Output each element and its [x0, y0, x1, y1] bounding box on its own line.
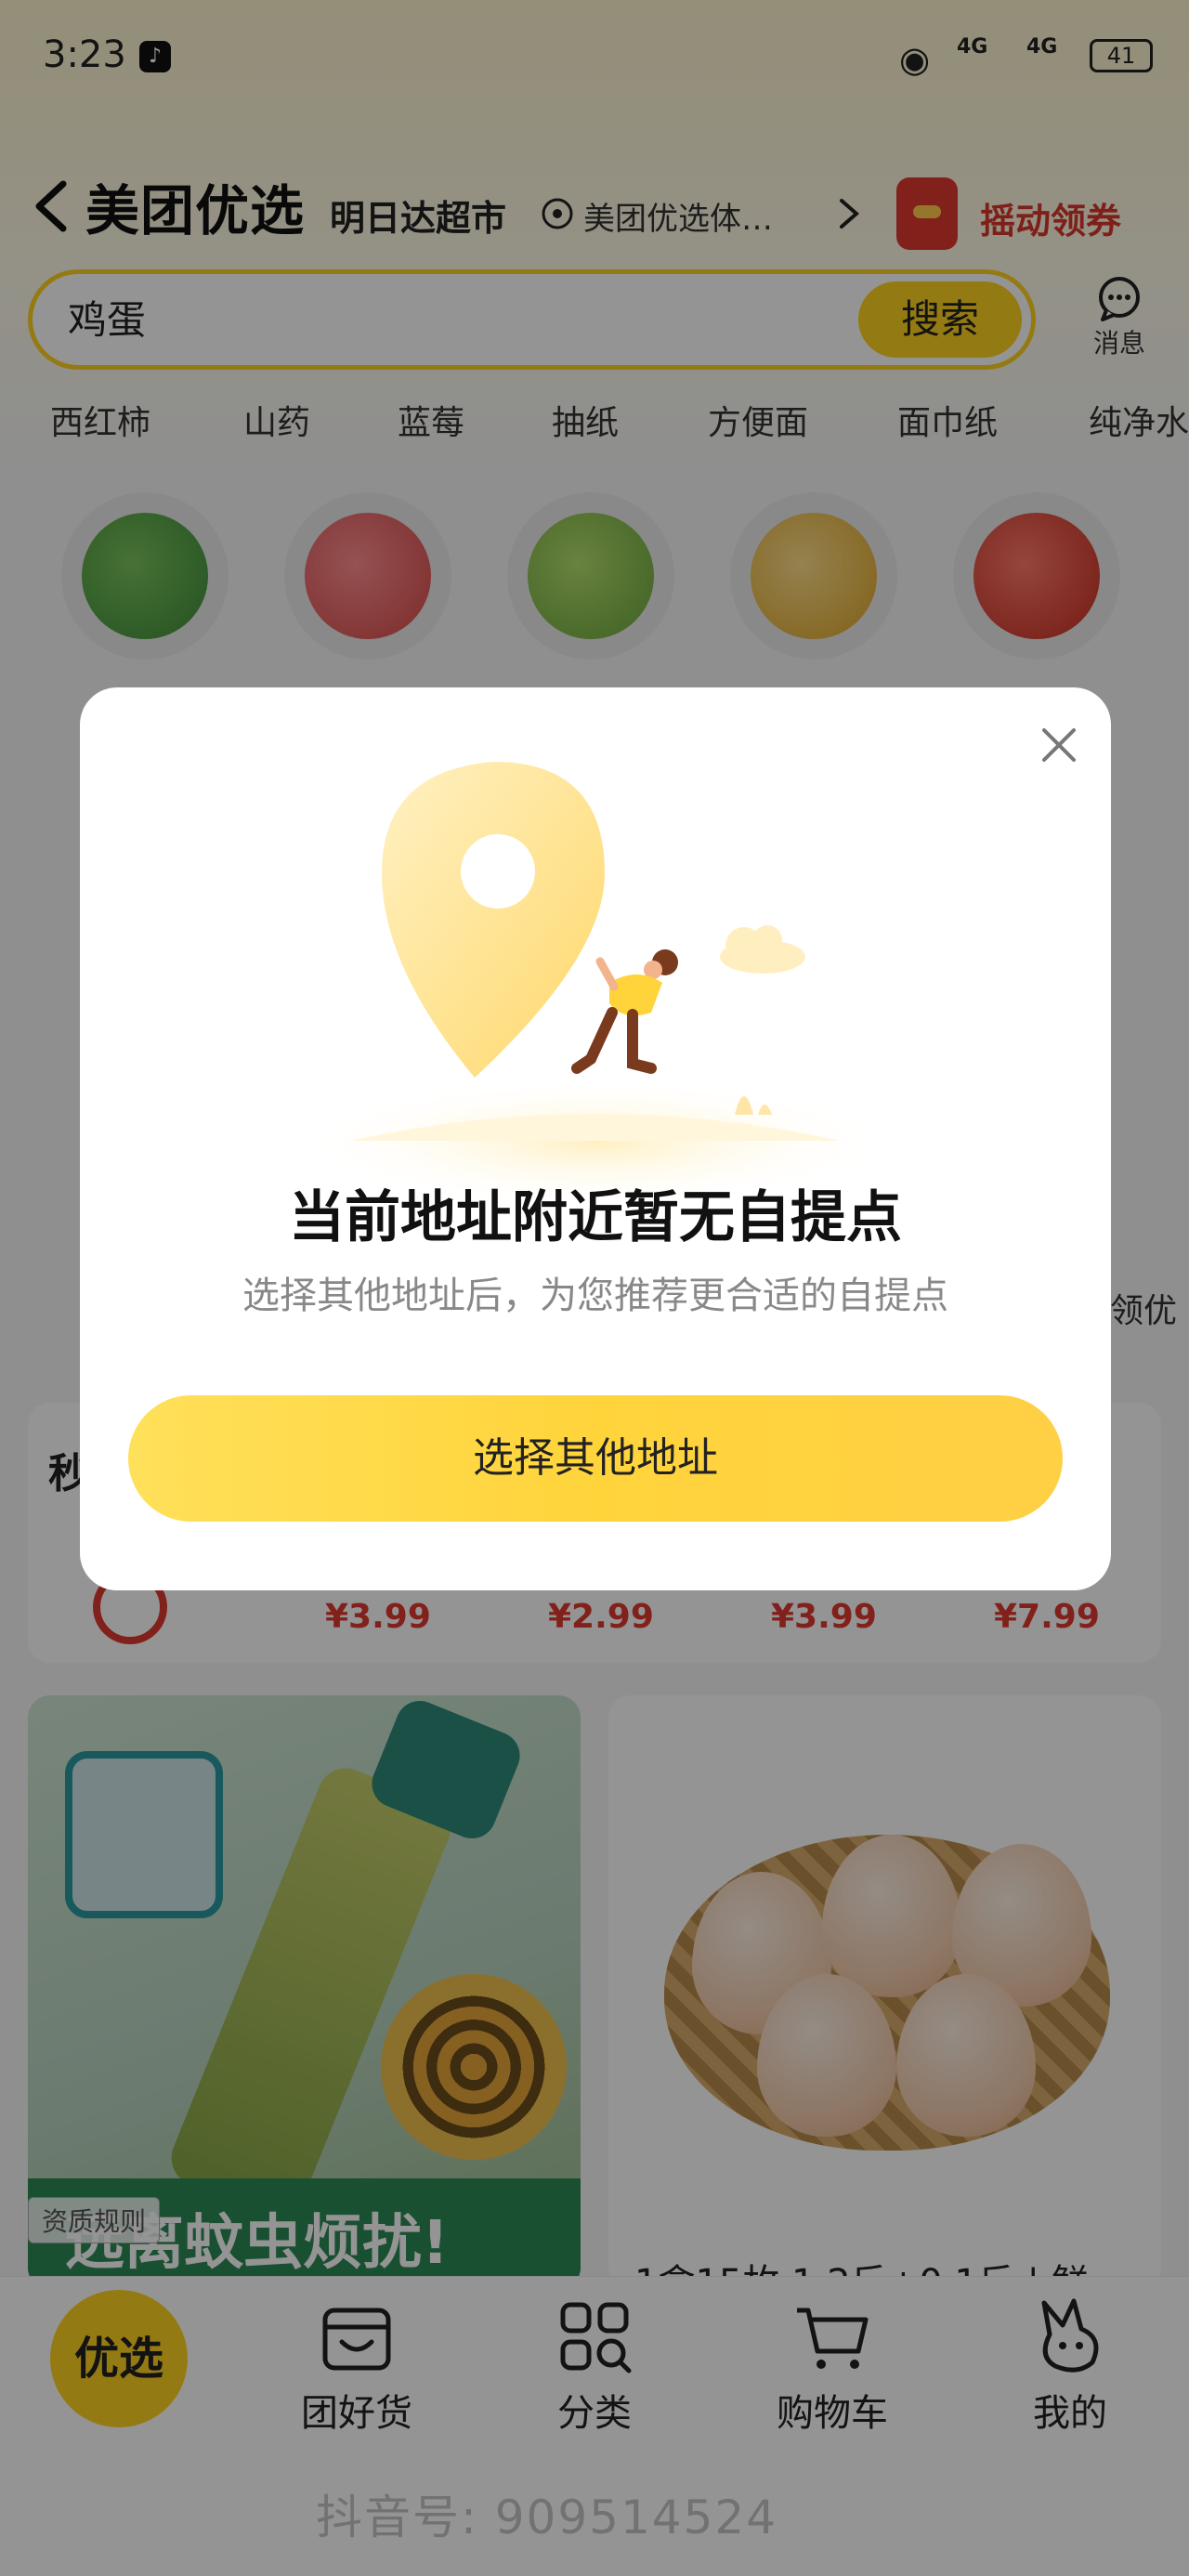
location-pin-illustration	[298, 762, 893, 1208]
dialog-title: 当前地址附近暂无自提点	[289, 1185, 902, 1250]
dialog-subtitle: 选择其他地址后，为您推荐更合适的自提点	[242, 1275, 948, 1317]
close-icon[interactable]	[1031, 717, 1087, 773]
no-pickup-point-dialog: 当前地址附近暂无自提点 选择其他地址后，为您推荐更合适的自提点 选择其他地址	[80, 687, 1111, 1590]
choose-other-address-button[interactable]: 选择其他地址	[128, 1395, 1063, 1522]
